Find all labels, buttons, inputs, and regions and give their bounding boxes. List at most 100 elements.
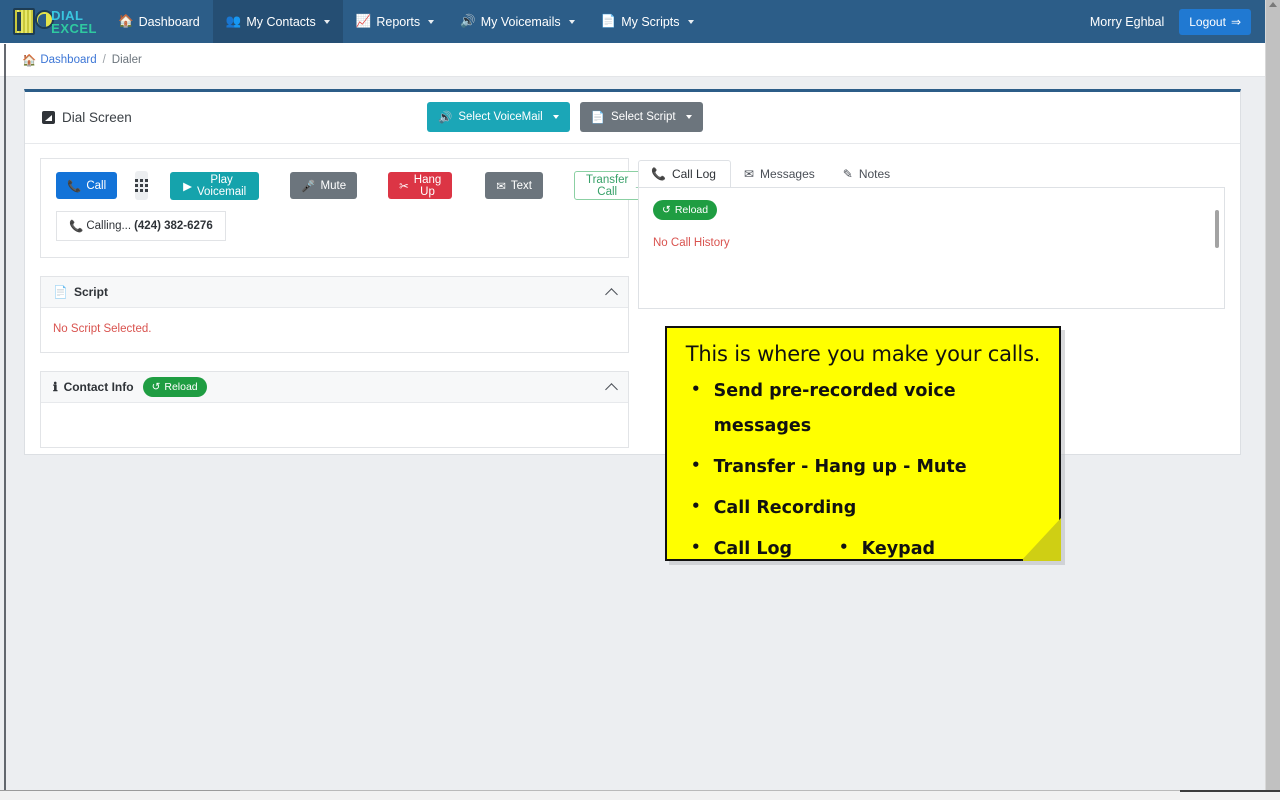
calling-phone-number: (424) 382-6276 [134, 220, 213, 232]
dial-screen-icon [42, 111, 55, 124]
call-log-reload-button[interactable]: ↺ Reload [653, 200, 718, 220]
call-log-panel: ↺ Reload No Call History [638, 187, 1225, 309]
play-voicemail-label: Play Voicemail [197, 173, 247, 198]
scrollbar-thumb[interactable] [1267, 14, 1280, 614]
breadcrumb-separator: / [102, 53, 106, 66]
sticky-note-content: This is where you make your calls. • Sen… [667, 328, 1059, 561]
tab-label: Messages [760, 167, 815, 181]
home-icon: 🏠 [118, 14, 134, 28]
envelope-icon: ✉ [743, 167, 755, 181]
breadcrumb: 🏠 Dashboard / Dialer [0, 43, 1265, 77]
no-call-history-message: No Call History [653, 237, 730, 249]
breadcrumb-current: Dialer [111, 53, 142, 66]
chevron-up-icon[interactable] [605, 287, 618, 301]
keypad-button[interactable] [135, 171, 149, 200]
nav-label: My Voicemails [480, 14, 561, 29]
volume-icon: 🔊 [438, 112, 453, 124]
contact-info-panel: ℹ Contact Info ↺ Reload [40, 371, 629, 448]
brand-logo[interactable]: DIAL EXCEL [13, 6, 97, 37]
contact-info-reload-button[interactable]: ↺ Reload [142, 377, 207, 397]
script-panel-body: No Script Selected. [41, 308, 628, 352]
select-script-button[interactable]: 📄 Select Script [579, 102, 703, 132]
call-button-label: Call [86, 179, 107, 192]
call-log-scrollbar[interactable] [1215, 210, 1219, 248]
contact-info-title-label: Contact Info [63, 380, 134, 394]
play-voicemail-button[interactable]: ▶ Play Voicemail [170, 171, 260, 200]
chevron-down-icon [687, 19, 694, 24]
calling-status: 📞 Calling... (424) 382-6276 [56, 211, 226, 241]
tab-call-log[interactable]: 📞 Call Log [638, 160, 731, 188]
phone-ringing-icon: 📞 [69, 221, 84, 233]
chevron-up-icon[interactable] [605, 382, 618, 396]
navbar-right-group: Morry Eghbal Logout ⇒ [1090, 8, 1265, 35]
edit-icon: ✎ [842, 167, 853, 181]
nav-item-dashboard[interactable]: 🏠 Dashboard [105, 0, 213, 43]
bottom-edge-seg-1 [0, 790, 240, 791]
info-circle-icon: ℹ [53, 380, 58, 394]
browser-vertical-scrollbar[interactable] [1265, 0, 1280, 790]
dial-excel-logo-icon [13, 8, 36, 35]
script-panel-title: 📄 Script [53, 285, 108, 299]
chevron-down-icon [428, 19, 435, 24]
volume-icon: 🔊 [460, 14, 476, 28]
user-menu[interactable]: Morry Eghbal [1090, 15, 1169, 29]
logo-line-1: DIAL [51, 7, 84, 23]
tab-messages[interactable]: ✉ Messages [731, 160, 830, 188]
sticky-note-bullet: • Send pre-recorded voice messages [691, 374, 1045, 444]
logout-button[interactable]: Logout ⇒ [1179, 8, 1251, 35]
bullet-glyph: • [691, 380, 701, 398]
nav-item-my-scripts[interactable]: 📄 My Scripts [588, 0, 707, 43]
card-title-label: Dial Screen [62, 110, 132, 125]
mute-button[interactable]: 🎤 Mute [290, 172, 358, 199]
play-icon: ▶ [183, 180, 192, 193]
reload-icon: ↺ [151, 381, 161, 393]
page-title: Dial Screen [42, 110, 132, 125]
reload-label: Reload [164, 381, 198, 393]
chevron-down-icon [568, 19, 575, 24]
text-label: Text [510, 179, 532, 192]
bullet-glyph: • [691, 456, 701, 474]
sticky-note-annotation: This is where you make your calls. • Sen… [665, 326, 1065, 565]
tab-label: Notes [858, 167, 891, 181]
phone-icon: 📞 [67, 180, 82, 193]
scroll-up-arrow-icon[interactable] [1269, 2, 1277, 7]
envelope-icon: ✉ [496, 180, 506, 193]
top-navbar: DIAL EXCEL 🏠 Dashboard 👥 My Contacts 📈 R… [0, 0, 1265, 43]
contact-info-panel-body [41, 403, 628, 447]
bottom-edge-seg-2 [1180, 790, 1280, 792]
text-button[interactable]: ✉ Text [485, 172, 543, 199]
reload-icon: ↺ [662, 204, 671, 216]
file-icon: 📄 [590, 112, 606, 124]
breadcrumb-dashboard-link[interactable]: 🏠 Dashboard [22, 53, 97, 67]
logo-text: DIAL EXCEL [51, 9, 97, 35]
nav-item-reports[interactable]: 📈 Reports [343, 0, 447, 43]
call-buttons-row: 📞 Call ▶ Play Voicemail 🎤 Mute ✂ Hang Up… [52, 171, 657, 200]
sign-out-icon: ⇒ [1230, 14, 1241, 29]
sticky-note-paper: This is where you make your calls. • Sen… [665, 326, 1061, 561]
no-script-message: No Script Selected. [53, 323, 152, 335]
tab-notes[interactable]: ✎ Notes [830, 160, 905, 188]
script-panel: 📄 Script No Script Selected. [40, 276, 629, 353]
script-title-label: Script [73, 285, 108, 299]
file-icon: 📄 [53, 285, 68, 299]
chart-icon: 📈 [355, 14, 372, 28]
window-bottom-edge [0, 790, 1280, 800]
user-name-label: Morry Eghbal [1089, 14, 1165, 29]
sticky-note-bullet: • Call Recording [691, 491, 1045, 526]
window-left-edge [4, 44, 6, 790]
select-voicemail-button[interactable]: 🔊 Select VoiceMail [427, 102, 570, 132]
call-button[interactable]: 📞 Call [56, 172, 118, 199]
phone-hangup-icon: ✂ [399, 180, 409, 193]
nav-item-my-contacts[interactable]: 👥 My Contacts [212, 0, 343, 43]
nav-item-my-voicemails[interactable]: 🔊 My Voicemails [447, 0, 587, 43]
contact-info-panel-header[interactable]: ℹ Contact Info ↺ Reload [41, 372, 628, 403]
tabs-row: 📞 Call Log ✉ Messages ✎ Notes [638, 158, 1225, 188]
header-actions: 🔊 Select VoiceMail 📄 Select Script [427, 102, 703, 132]
bullet-text: Transfer - Hang up - Mute [713, 457, 967, 477]
hang-up-button[interactable]: ✂ Hang Up [388, 172, 453, 199]
script-panel-header[interactable]: 📄 Script [41, 277, 628, 308]
breadcrumb-home-label: Dashboard [40, 53, 97, 66]
tab-label: Call Log [671, 167, 716, 181]
chevron-down-icon [552, 115, 559, 119]
bullet-text: Send pre-recorded voice messages [713, 381, 956, 436]
